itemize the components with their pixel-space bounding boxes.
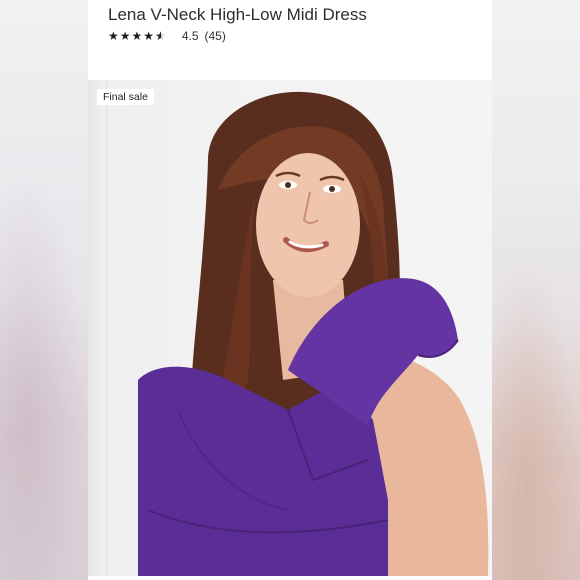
product-card: Lena V-Neck High-Low Midi Dress ★ ★ ★ ★ … [88, 0, 492, 580]
rating-stars: ★ ★ ★ ★ ★ [108, 29, 166, 43]
star-half-icon: ★ [155, 29, 166, 43]
star-icon: ★ [143, 29, 155, 43]
star-icon: ★ [108, 29, 119, 43]
blurred-background-right [492, 0, 580, 580]
star-icon: ★ [131, 29, 143, 43]
blurred-background-left [0, 0, 88, 580]
product-image[interactable]: Final sale [88, 80, 492, 576]
rating-value: 4.5 [181, 29, 199, 43]
product-rating[interactable]: ★ ★ ★ ★ ★ 4.5 (45) [108, 28, 226, 44]
review-count[interactable]: (45) [205, 29, 226, 43]
final-sale-badge: Final sale [97, 89, 154, 105]
product-title[interactable]: Lena V-Neck High-Low Midi Dress [108, 5, 367, 25]
star-icon: ★ [119, 29, 131, 43]
model-illustration [138, 91, 489, 576]
